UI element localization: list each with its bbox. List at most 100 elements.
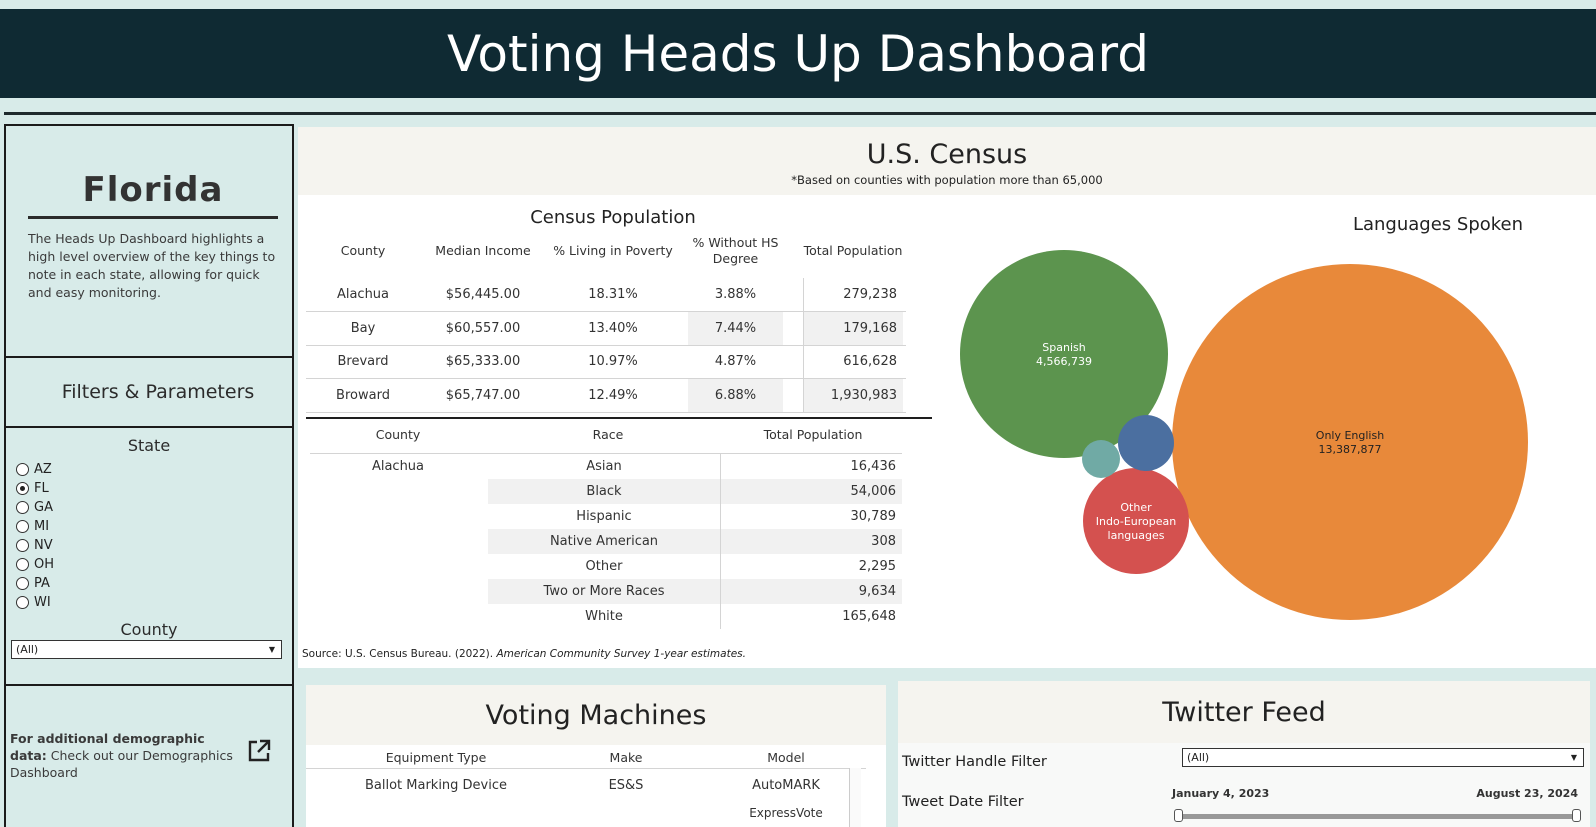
race-total: 30,789: [720, 504, 902, 529]
population-header-0: County: [340, 243, 386, 258]
population-cell: 3.88%: [714, 287, 757, 302]
table-row: Alachua $56,445.00 18.31% 3.88% 279,238: [306, 278, 906, 312]
population-cell: 13.40%: [588, 320, 638, 336]
table-row: Native American 308: [488, 529, 902, 554]
twitter-header: Twitter Feed: [898, 681, 1590, 743]
race-total: 165,648: [720, 604, 902, 629]
state-radio-oh[interactable]: OH: [16, 555, 54, 574]
twitter-handle-dropdown[interactable]: (All) ▼: [1182, 748, 1584, 767]
tweet-date-start: January 4, 2023: [1172, 787, 1270, 800]
state-filter-label: State: [127, 436, 171, 455]
dashboard-description: The Heads Up Dashboard highlights a high…: [28, 231, 276, 300]
state-name: Florida: [82, 170, 224, 210]
language-bubble-circle: [1172, 264, 1528, 620]
population-cell: 6.88%: [688, 378, 783, 412]
census-title: U.S. Census: [866, 139, 1028, 170]
population-header-2: % Living in Poverty: [553, 243, 673, 258]
voting-machines-title: Voting Machines: [485, 700, 707, 731]
census-source: Source: U.S. Census Bureau. (2022). Amer…: [302, 648, 746, 660]
population-cell: 1,930,983: [803, 378, 903, 412]
filters-header: Filters & Parameters: [6, 358, 292, 428]
radio-button-icon: [16, 577, 29, 590]
vm-header-equipment: Equipment Type: [385, 750, 487, 765]
radio-button-icon: [16, 463, 29, 476]
population-cell: 279,238: [803, 278, 903, 311]
chevron-down-icon: ▼: [268, 645, 275, 654]
state-radio-az[interactable]: AZ: [16, 460, 54, 479]
table-row: Black 54,006: [488, 479, 902, 504]
state-radio-label: MI: [34, 519, 50, 534]
census-panel: U.S. Census *Based on counties with popu…: [298, 127, 1596, 668]
population-cell: $56,445.00: [445, 287, 521, 302]
vm-model-partial: ExpressVote: [749, 806, 823, 820]
table-row: Ballot Marking Device ES&S AutoMARK Expr…: [306, 768, 866, 827]
chevron-down-icon: ▼: [1570, 753, 1577, 762]
population-cell: Broward: [336, 387, 390, 403]
dashboard-header: Voting Heads Up Dashboard: [0, 9, 1596, 98]
language-bubble-3[interactable]: [1118, 415, 1174, 471]
population-cell: Brevard: [337, 354, 389, 369]
state-radio-mi[interactable]: MI: [16, 517, 54, 536]
race-total: 16,436: [720, 454, 902, 479]
source-prefix: Source: U.S. Census Bureau. (2022).: [302, 648, 497, 660]
tweet-date-end: August 23, 2024: [1476, 787, 1578, 800]
tweet-date-slider-start-handle[interactable]: [1174, 809, 1183, 822]
state-radio-fl[interactable]: FL: [16, 479, 54, 498]
population-header-4: Total Population: [803, 243, 903, 258]
sidebar: Florida The Heads Up Dashboard highlight…: [4, 124, 294, 827]
tweet-date-slider-end-handle[interactable]: [1572, 809, 1581, 822]
header-divider: [4, 112, 1596, 115]
radio-button-icon: [16, 520, 29, 533]
population-cell: 18.31%: [588, 287, 638, 302]
twitter-title: Twitter Feed: [1162, 697, 1326, 728]
state-radio-label: OH: [34, 557, 55, 572]
tweet-date-label: Tweet Date Filter: [902, 794, 1024, 810]
race-name: Hispanic: [576, 509, 632, 524]
table-row: Asian 16,436: [488, 454, 902, 479]
race-header-race: Race: [592, 427, 624, 442]
race-name: Two or More Races: [543, 584, 665, 599]
population-cell: 616,628: [803, 345, 903, 378]
table-divider: [306, 417, 932, 419]
state-radio-pa[interactable]: PA: [16, 574, 54, 593]
radio-button-icon: [16, 539, 29, 552]
radio-button-icon: [16, 596, 29, 609]
language-bubble-label: languages: [1108, 529, 1165, 542]
population-cell: 179,168: [803, 311, 903, 345]
population-cell: $65,333.00: [445, 354, 521, 369]
county-dropdown[interactable]: (All) ▼: [11, 640, 282, 659]
state-radio-label: PA: [34, 576, 50, 591]
language-bubble-label: Spanish: [1042, 341, 1085, 354]
race-total: 308: [720, 529, 902, 554]
external-link-icon[interactable]: [246, 738, 272, 764]
state-info-section: Florida The Heads Up Dashboard highlight…: [6, 126, 292, 358]
race-name: Asian: [586, 459, 622, 474]
tweet-date-slider[interactable]: [1176, 814, 1578, 819]
language-bubble-label: Other: [1120, 501, 1152, 514]
state-radio-wi[interactable]: WI: [16, 593, 54, 612]
table-row: Other 2,295: [488, 554, 902, 579]
race-county: Alachua: [371, 459, 425, 474]
language-bubble-4[interactable]: [1082, 440, 1120, 478]
population-cell: $65,747.00: [445, 387, 521, 403]
radio-button-icon: [16, 558, 29, 571]
dashboard-title: Voting Heads Up Dashboard: [447, 24, 1149, 83]
race-name: White: [585, 609, 623, 624]
table-row: Hispanic 30,789: [488, 504, 902, 529]
table-row: Broward $65,747.00 12.49% 6.88% 1,930,983: [306, 378, 906, 413]
language-bubble-1[interactable]: Only English13,387,877: [1172, 264, 1528, 620]
vm-scrollbar[interactable]: [849, 768, 861, 827]
parameters-section: State AZ FL GA MI NV OH PA WI County (All) ▼: [6, 428, 292, 686]
vm-header-model: Model: [767, 750, 805, 765]
language-bubble-circle: [1082, 440, 1120, 478]
language-bubble-label: 13,387,877: [1319, 443, 1382, 456]
state-radio-nv[interactable]: NV: [16, 536, 54, 555]
state-radio-ga[interactable]: GA: [16, 498, 54, 517]
language-bubble-label: Only English: [1316, 429, 1384, 442]
state-name-underline: [28, 216, 278, 219]
census-population-title: Census Population: [530, 207, 696, 228]
demographics-link-text[interactable]: For additional demographic data: Check o…: [10, 730, 236, 781]
language-bubble-2[interactable]: OtherIndo-Europeanlanguages: [1083, 468, 1189, 574]
census-header: U.S. Census *Based on counties with popu…: [298, 127, 1596, 195]
population-cell: Bay: [350, 320, 376, 336]
